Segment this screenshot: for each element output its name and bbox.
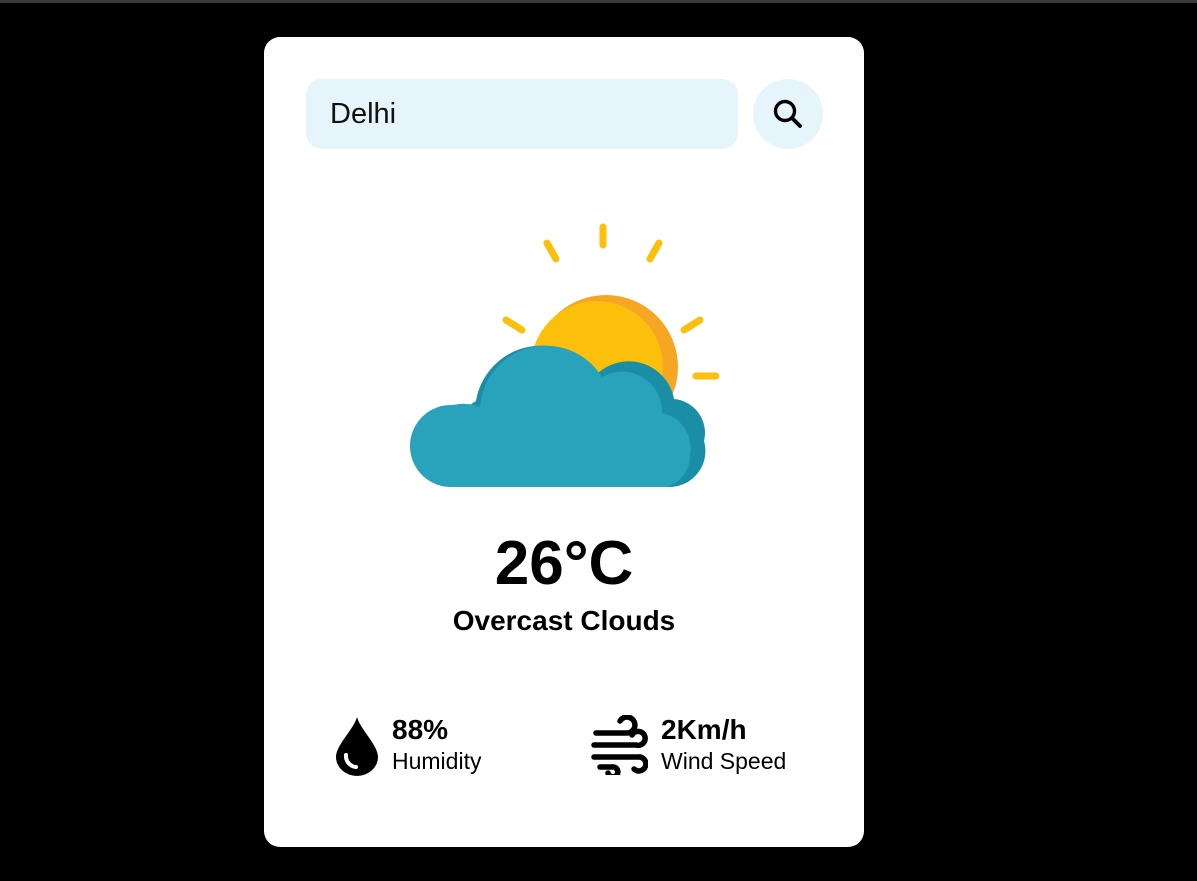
search-button[interactable] <box>753 79 823 149</box>
search-icon <box>773 99 802 128</box>
wind-speed-value: 2Km/h <box>661 714 747 745</box>
window-top-border <box>0 0 1197 3</box>
humidity-stat: 88% Humidity <box>334 713 534 783</box>
wind-stat: 2Km/h Wind Speed <box>590 713 830 783</box>
humidity-value: 88% <box>392 714 449 745</box>
city-search-input[interactable] <box>306 79 738 149</box>
temperature: 26°C <box>494 529 634 598</box>
wind-speed-label: Wind Speed <box>661 748 787 774</box>
partly-cloudy-icon <box>409 223 720 487</box>
wind-icon <box>591 715 648 775</box>
humidity-label: Humidity <box>392 748 482 774</box>
droplet-icon <box>336 717 378 776</box>
search-bar <box>306 79 823 149</box>
weather-card: 26°C Overcast Clouds 88% Humidity 2Km/h … <box>264 37 864 847</box>
weather-condition: Overcast Clouds <box>452 605 676 636</box>
